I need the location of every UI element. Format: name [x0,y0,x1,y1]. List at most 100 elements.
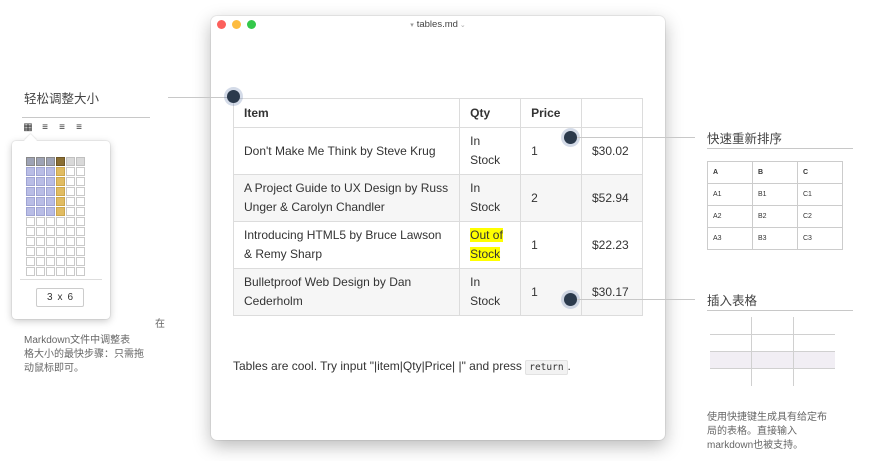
grid-cell[interactable] [66,247,75,256]
grid-cell[interactable] [66,207,75,216]
cell-stock[interactable]: In Stock [459,174,522,222]
grid-cell[interactable] [36,207,45,216]
grid-cell[interactable] [56,257,65,266]
grid-cell[interactable] [36,247,45,256]
grid-cell[interactable] [66,157,75,166]
grid-cell[interactable] [76,257,85,266]
grid-cell[interactable] [26,177,35,186]
grid-cell[interactable] [26,257,35,266]
grid-cell[interactable] [46,177,55,186]
window-title[interactable]: ▾ tables.md ⌄ [211,19,665,30]
align-right-icon[interactable]: ≡ [73,122,85,134]
table-row[interactable]: Bulletproof Web Design by Dan Cederholm … [232,268,643,316]
grid-cell[interactable] [46,227,55,236]
grid-cell[interactable] [36,167,45,176]
header-cell-empty[interactable] [581,98,643,128]
grid-cell[interactable] [46,257,55,266]
grid-cell[interactable] [66,197,75,206]
cell-price[interactable]: $30.02 [581,127,643,175]
grid-cell[interactable] [76,197,85,206]
grid-cell[interactable] [46,197,55,206]
grid-cell[interactable] [26,187,35,196]
grid-cell[interactable] [36,237,45,246]
grid-cell[interactable] [26,197,35,206]
grid-cell[interactable] [26,247,35,256]
table-row[interactable]: A Project Guide to UX Design by Russ Ung… [232,174,643,222]
cell-qty[interactable]: 1 [520,268,582,316]
header-cell-qty[interactable]: Qty [459,98,522,128]
cell-item[interactable]: A Project Guide to UX Design by Russ Ung… [232,174,461,222]
grid-cell[interactable] [56,177,65,186]
grid-cell[interactable] [76,157,85,166]
grid-cell[interactable] [26,207,35,216]
size-columns[interactable]: 3 [44,292,56,303]
grid-cell[interactable] [76,177,85,186]
grid-cell[interactable] [36,177,45,186]
grid-cell[interactable] [46,217,55,226]
align-center-icon[interactable]: ≡ [56,122,68,134]
grid-cell[interactable] [66,237,75,246]
size-rows[interactable]: 6 [65,292,77,303]
cell-item[interactable]: Bulletproof Web Design by Dan Cederholm [232,268,461,316]
grid-cell[interactable] [36,157,45,166]
cell-stock[interactable]: In Stock [459,127,522,175]
grid-cell[interactable] [56,167,65,176]
grid-cell[interactable] [46,157,55,166]
cell-price[interactable]: $52.94 [581,174,643,222]
grid-cell[interactable] [26,237,35,246]
cell-stock[interactable]: Out of Stock [459,221,522,269]
grid-cell[interactable] [66,227,75,236]
table-size-input[interactable]: 3 x 6 [36,288,84,307]
grid-cell[interactable] [36,217,45,226]
grid-cell[interactable] [76,247,85,256]
grid-cell[interactable] [66,167,75,176]
cell-item[interactable]: Don't Make Me Think by Steve Krug [232,127,461,175]
grid-cell[interactable] [66,187,75,196]
grid-cell[interactable] [26,157,35,166]
markdown-table[interactable]: Item Qty Price Don't Make Me Think by St… [232,98,643,316]
grid-cell[interactable] [56,207,65,216]
cell-price[interactable]: $30.17 [581,268,643,316]
grid-cell[interactable] [26,267,35,276]
grid-cell[interactable] [76,207,85,216]
grid-cell[interactable] [46,207,55,216]
grid-cell[interactable] [56,157,65,166]
grid-cell[interactable] [76,187,85,196]
grid-cell[interactable] [76,217,85,226]
table-row[interactable]: Introducing HTML5 by Bruce Lawson & Remy… [232,221,643,269]
grid-cell[interactable] [36,267,45,276]
grid-cell[interactable] [26,167,35,176]
table-grid-icon[interactable]: ▦ [22,122,34,134]
cell-qty[interactable]: 2 [520,174,582,222]
grid-cell[interactable] [26,217,35,226]
grid-cell[interactable] [56,247,65,256]
grid-cell[interactable] [56,237,65,246]
grid-cell[interactable] [66,177,75,186]
grid-cell[interactable] [26,227,35,236]
table-size-grid[interactable] [26,157,85,276]
table-row[interactable]: Don't Make Me Think by Steve Krug In Sto… [232,127,643,175]
grid-cell[interactable] [46,187,55,196]
grid-cell[interactable] [76,237,85,246]
grid-cell[interactable] [66,257,75,266]
cell-qty[interactable]: 1 [520,221,582,269]
table-header-row[interactable]: Item Qty Price [232,98,643,128]
header-cell-item[interactable]: Item [232,98,461,128]
grid-cell[interactable] [36,197,45,206]
grid-cell[interactable] [56,217,65,226]
footer-paragraph[interactable]: Tables are cool. Try input "|item|Qty|Pr… [233,359,571,375]
grid-cell[interactable] [66,217,75,226]
grid-cell[interactable] [76,267,85,276]
align-left-icon[interactable]: ≡ [39,122,51,134]
grid-cell[interactable] [76,167,85,176]
grid-cell[interactable] [66,267,75,276]
grid-cell[interactable] [76,227,85,236]
grid-cell[interactable] [56,227,65,236]
grid-cell[interactable] [46,247,55,256]
grid-cell[interactable] [46,167,55,176]
grid-cell[interactable] [56,197,65,206]
chevron-down-icon[interactable]: ⌄ [460,22,466,29]
grid-cell[interactable] [46,237,55,246]
cell-stock[interactable]: In Stock [459,268,522,316]
header-cell-price[interactable]: Price [520,98,582,128]
